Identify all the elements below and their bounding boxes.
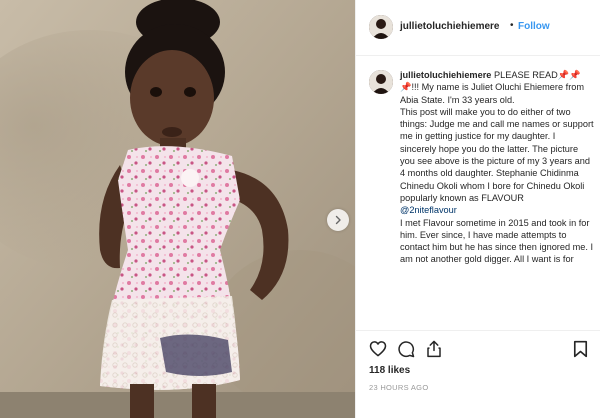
avatar[interactable] <box>369 70 393 94</box>
heart-outline-icon[interactable] <box>369 340 387 362</box>
instagram-post: jullietoluchiehiemere • Follow jullietol… <box>0 0 600 418</box>
caption-username[interactable]: jullietoluchiehiemere <box>400 70 491 80</box>
bookmark-icon[interactable] <box>573 340 588 363</box>
follow-button[interactable]: Follow <box>518 21 550 32</box>
profile-photo <box>369 15 393 39</box>
post-header: jullietoluchiehiemere • Follow <box>356 0 600 56</box>
caption-area[interactable]: jullietoluchiehiemere PLEASE READ📌📌📌!!! … <box>356 56 600 330</box>
header-username[interactable]: jullietoluchiehiemere <box>400 21 499 32</box>
caption-text: jullietoluchiehiemere PLEASE READ📌📌📌!!! … <box>400 69 594 266</box>
profile-photo <box>369 70 393 94</box>
post-timestamp[interactable]: 23 HOURS AGO <box>369 383 428 392</box>
chevron-right-icon <box>335 215 341 225</box>
likes-count[interactable]: 118 likes <box>369 365 410 376</box>
caption-paragraph: This post will make you to do either of … <box>400 106 594 203</box>
caption-mention-link[interactable]: @2niteflavour <box>400 204 594 216</box>
avatar[interactable] <box>369 15 393 39</box>
comment-icon[interactable] <box>397 340 415 363</box>
child-photo-illustration <box>0 0 355 418</box>
post-side-panel: jullietoluchiehiemere • Follow jullietol… <box>355 0 600 418</box>
caption-paragraph: I met Flavour sometime in 2015 and took … <box>400 217 594 265</box>
carousel-next-button[interactable] <box>327 209 349 231</box>
post-photo[interactable] <box>0 0 355 418</box>
header-separator: • <box>510 20 514 31</box>
share-upload-icon[interactable] <box>425 339 443 363</box>
post-actions: 118 likes 23 HOURS AGO <box>356 330 600 418</box>
